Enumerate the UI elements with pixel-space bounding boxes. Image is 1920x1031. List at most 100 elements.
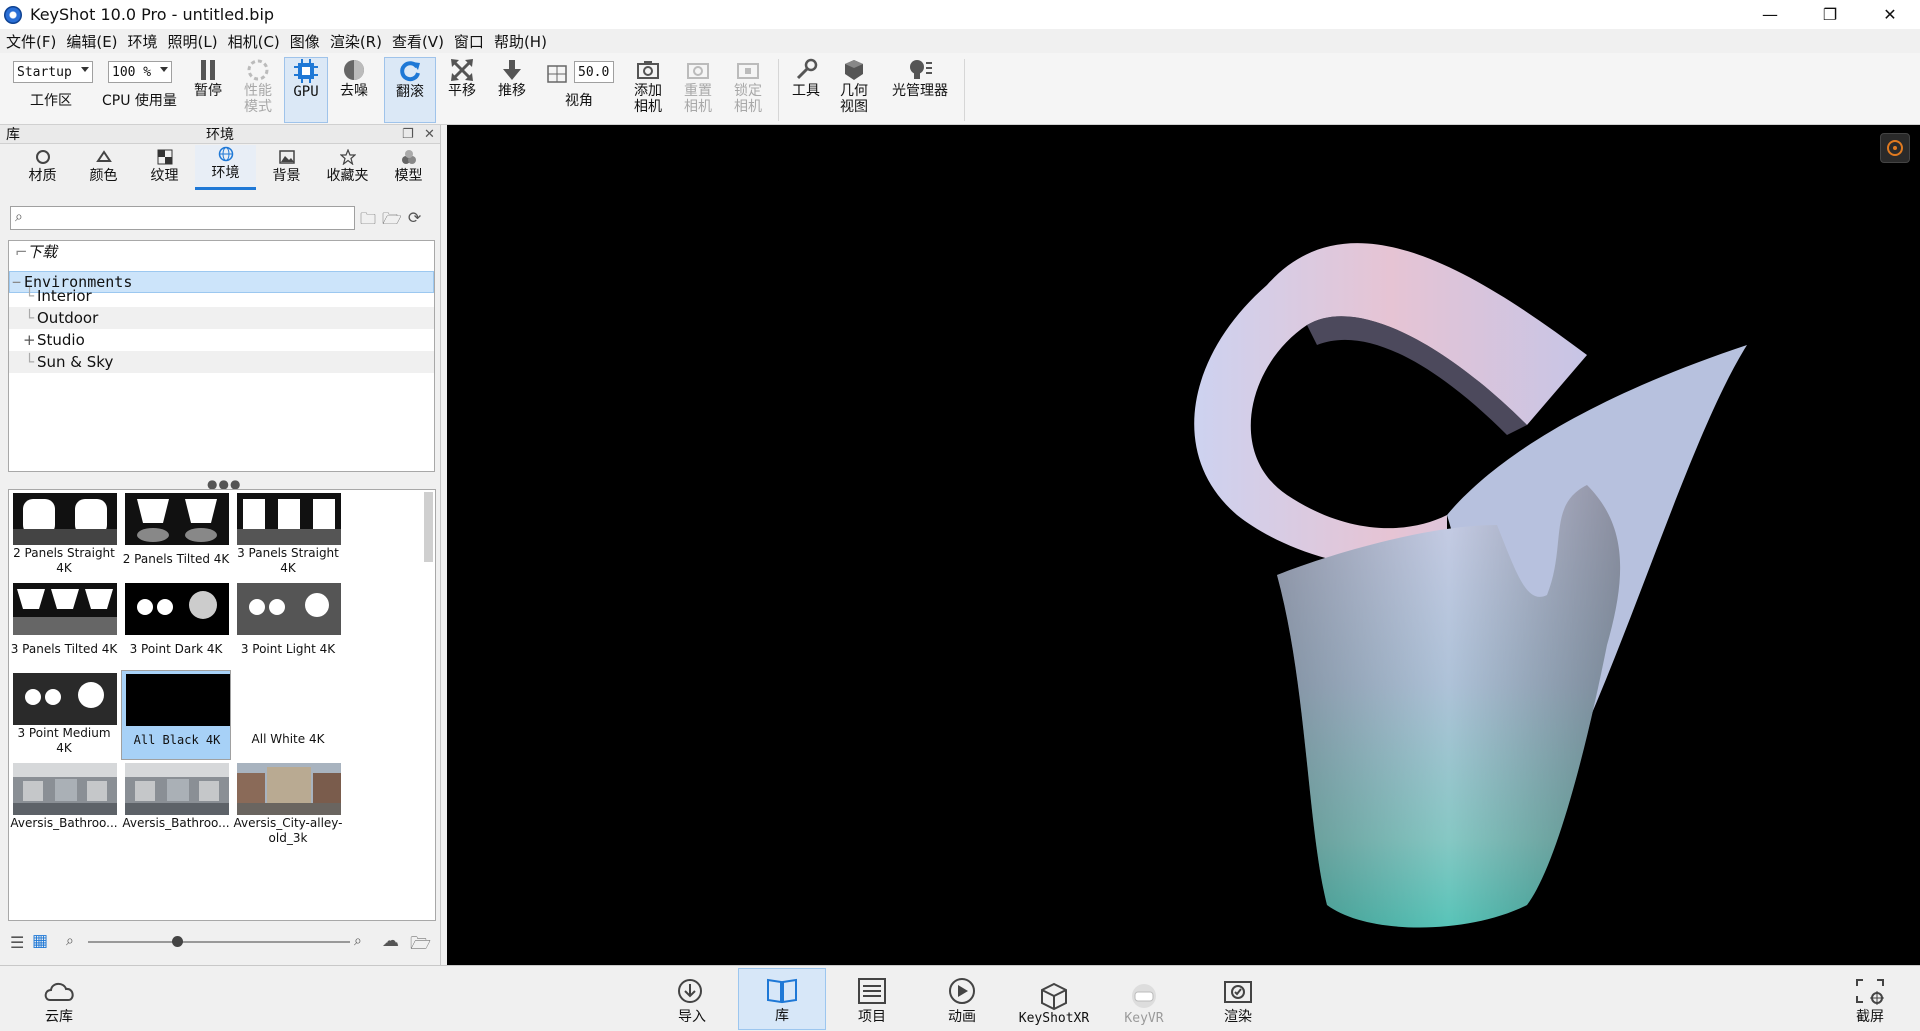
environment-preview-image xyxy=(13,493,117,545)
tab-colors[interactable]: 颜色 xyxy=(73,145,134,190)
import-button[interactable]: 导入 xyxy=(648,972,736,1030)
menu-file[interactable]: 文件(F) xyxy=(6,31,56,52)
menu-help[interactable]: 帮助(H) xyxy=(494,31,547,52)
toolbar-separator xyxy=(964,59,965,121)
render-viewport[interactable] xyxy=(447,125,1920,965)
tab-textures[interactable]: 纹理 xyxy=(134,145,195,190)
rendered-model xyxy=(1194,243,1747,928)
denoise-button[interactable]: 去噪 xyxy=(336,57,372,99)
field-of-view-input[interactable]: 50.0 xyxy=(574,61,614,83)
geometry-view-button[interactable]: 几何 视图 xyxy=(836,57,872,115)
render-button[interactable]: 渲染 xyxy=(1194,972,1282,1030)
screenshot-crosshair-icon xyxy=(1856,979,1884,1005)
tree-item-studio[interactable]: + Studio xyxy=(9,329,434,351)
environment-thumbnail[interactable]: 3 Point Light 4K xyxy=(233,580,343,670)
performance-mode-button[interactable]: 性能 模式 xyxy=(240,57,276,115)
zoom-in-icon[interactable]: ⌕ xyxy=(354,933,362,949)
menu-environment[interactable]: 环境 xyxy=(128,31,158,52)
environment-thumbnail[interactable]: 3 Point Medium 4K xyxy=(9,670,119,760)
environment-thumbnail[interactable]: 2 Panels Straight 4K xyxy=(9,490,119,580)
camera-add-icon xyxy=(635,57,661,83)
tumble-button[interactable]: 翻滚 xyxy=(384,57,436,123)
restore-button[interactable]: ❐ xyxy=(1800,0,1860,29)
background-icon xyxy=(278,150,295,164)
environment-caption: 2 Panels Straight 4K xyxy=(13,546,115,575)
project-button[interactable]: 项目 xyxy=(828,972,916,1030)
refresh-icon[interactable]: ⟳ xyxy=(408,208,421,235)
undock-icon[interactable]: ❐ xyxy=(402,127,414,142)
denoise-icon xyxy=(341,57,367,83)
environment-thumbnail[interactable]: 3 Point Dark 4K xyxy=(121,580,231,670)
library-button[interactable]: 库 xyxy=(738,968,826,1030)
list-view-icon[interactable]: ☰ xyxy=(10,933,24,952)
workspace-value: Startup xyxy=(17,64,72,80)
cpu-usage-dropdown[interactable]: 100 % xyxy=(108,61,172,83)
keyshot-app-icon xyxy=(4,5,22,24)
screenshot-button[interactable]: 截屏 xyxy=(1826,972,1914,1030)
add-camera-button[interactable]: 添加 相机 xyxy=(628,57,668,115)
library-search-actions: 🗀 🗁 ⟳ xyxy=(360,208,421,235)
environment-thumbnail[interactable]: 2 Panels Tilted 4K xyxy=(121,490,231,580)
thumbnail-size-slider[interactable] xyxy=(88,936,350,947)
menu-view[interactable]: 查看(V) xyxy=(392,31,444,52)
environment-caption: 2 Panels Tilted 4K xyxy=(122,552,230,566)
environment-thumbnail[interactable]: 3 Panels Tilted 4K xyxy=(9,580,119,670)
close-button[interactable]: ✕ xyxy=(1860,0,1920,29)
menu-image[interactable]: 图像 xyxy=(290,31,320,52)
pause-button[interactable]: 暂停 xyxy=(192,57,224,99)
tab-environments[interactable]: 环境 xyxy=(195,145,256,190)
dolly-button[interactable]: 推移 xyxy=(494,57,530,99)
close-panel-icon[interactable]: ✕ xyxy=(424,127,435,142)
keyvr-button[interactable]: KeyVR xyxy=(1100,972,1188,1030)
viewport-overlay-button[interactable] xyxy=(1880,133,1910,163)
cloud-library-icon xyxy=(44,982,74,1001)
environment-thumbnail[interactable]: All White 4K xyxy=(233,670,343,760)
title-bar: KeyShot 10.0 Pro - untitled.bip — ❐ ✕ xyxy=(0,0,1920,29)
environment-thumbnail[interactable]: Aversis_City-alley-old_3k xyxy=(233,760,343,850)
pan-button[interactable]: 平移 xyxy=(444,57,480,99)
thumbnail-scrollbar[interactable] xyxy=(424,492,433,562)
performance-icon xyxy=(245,57,271,83)
slider-knob[interactable] xyxy=(172,936,183,947)
menu-edit[interactable]: 编辑(E) xyxy=(66,31,117,52)
minimize-button[interactable]: — xyxy=(1740,0,1800,29)
light-manager-button[interactable]: 光管理器 xyxy=(888,57,952,99)
cloud-library-button[interactable]: 云库 xyxy=(15,972,103,1030)
tools-button[interactable]: 工具 xyxy=(788,57,824,99)
workspace-dropdown[interactable]: Startup xyxy=(13,61,93,83)
tab-materials[interactable]: 材质 xyxy=(12,145,73,190)
grid-view-icon[interactable]: ▦ xyxy=(32,931,48,951)
gpu-toggle[interactable]: GPU xyxy=(284,57,328,123)
environment-thumbnail[interactable]: Aversis_Bathroo... xyxy=(121,760,231,850)
zoom-out-icon[interactable]: ⌕ xyxy=(66,933,74,949)
animation-button[interactable]: 动画 xyxy=(918,972,1006,1030)
environment-preview-image xyxy=(125,493,229,545)
environment-thumbnail-grid: 2 Panels Straight 4K 2 Panels Tilted 4K 3 … xyxy=(8,489,436,921)
tab-models[interactable]: 模型 xyxy=(378,145,439,190)
tree-item-interior[interactable]: └ Interior xyxy=(9,285,434,307)
tree-item-downloads[interactable]: ⌐ 下载 xyxy=(9,241,434,263)
keyshotxr-button[interactable]: KeyShotXR xyxy=(1010,972,1098,1030)
tree-item-sun-sky[interactable]: └ Sun & Sky xyxy=(9,351,434,373)
cloud-upload-icon[interactable]: ☁ xyxy=(382,931,399,951)
menu-lighting[interactable]: 照明(L) xyxy=(168,31,218,52)
environment-thumbnail[interactable]: 3 Panels Straight 4K xyxy=(233,490,343,580)
library-search-input[interactable]: ⌕ xyxy=(10,206,355,230)
folder-open-icon[interactable]: 🗁 xyxy=(410,931,431,960)
environment-preview-image xyxy=(125,583,229,635)
environment-thumbnail[interactable]: Aversis_Bathroo... xyxy=(9,760,119,850)
reset-camera-button[interactable]: 重置 相机 xyxy=(678,57,718,115)
folder-link-icon[interactable]: 🗁 xyxy=(382,208,402,235)
menu-camera[interactable]: 相机(C) xyxy=(228,31,280,52)
tab-favorites[interactable]: 收藏夹 xyxy=(317,145,378,190)
tree-item-outdoor[interactable]: └ Outdoor xyxy=(9,307,434,329)
environment-preview-image xyxy=(237,583,341,635)
menu-window[interactable]: 窗口 xyxy=(454,31,484,52)
folder-add-icon[interactable]: 🗀 xyxy=(360,208,376,235)
tab-backgrounds[interactable]: 背景 xyxy=(256,145,317,190)
library-panel: 库 环境 ❐ ✕ 材质 颜色 纹理 环境 背景 收藏夹 模型 ⌕ 🗀 🗁 ⟳ ⌐… xyxy=(0,125,441,965)
environment-thumbnail[interactable]: All Black 4K xyxy=(121,670,231,760)
lock-camera-button[interactable]: 锁定 相机 xyxy=(728,57,768,115)
menu-render[interactable]: 渲染(R) xyxy=(330,31,382,52)
tools-icon xyxy=(793,57,819,83)
